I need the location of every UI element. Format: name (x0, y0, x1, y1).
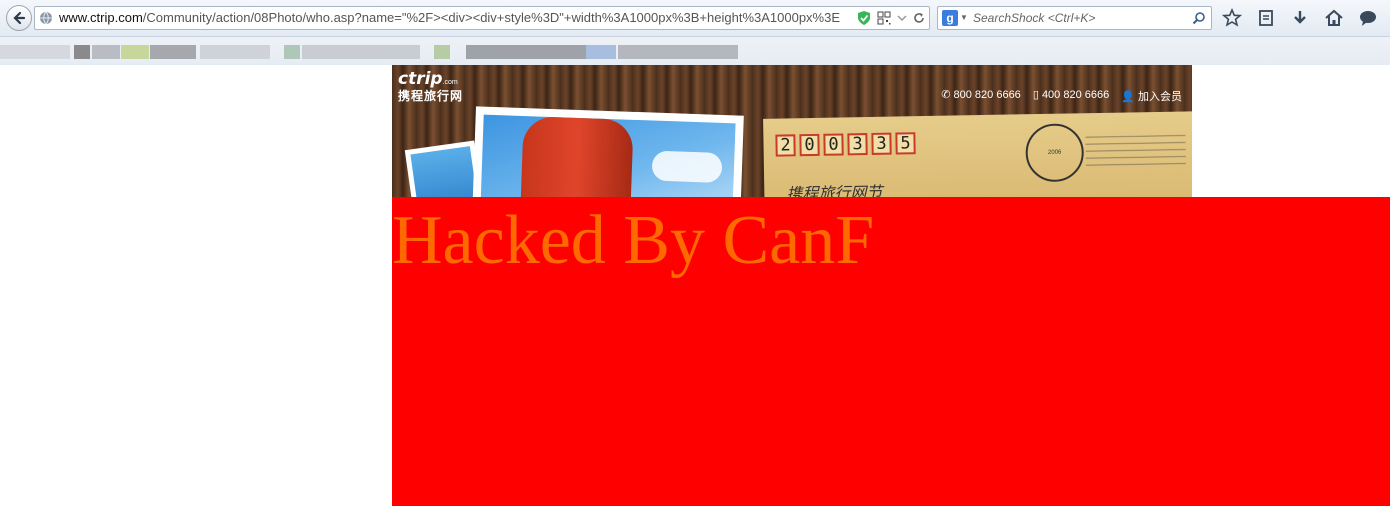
reload-icon[interactable] (913, 12, 925, 24)
shield-check-icon[interactable] (857, 10, 871, 26)
postmark-lines (1085, 129, 1187, 172)
postcard: 2 0 0 3 3 5 2006 携程旅行网节 (763, 111, 1192, 197)
postcode-digit: 3 (871, 132, 892, 155)
postcode-digit: 5 (895, 132, 916, 155)
postcode-digit: 2 (775, 134, 796, 157)
google-search-engine-icon[interactable]: g (942, 10, 958, 26)
dropdown-icon[interactable] (897, 13, 907, 23)
search-placeholder: SearchShock <Ctrl+K> (973, 11, 1096, 25)
phone-number-2: 400 820 6666 (1041, 89, 1110, 101)
ctrip-banner: 2 0 0 3 3 5 2006 携程旅行网节 ctrip.com 携程旅行网 … (392, 65, 1192, 197)
photo-cloud (651, 150, 723, 183)
url-path: /Community/action/08Photo/who.asp?name="… (142, 10, 841, 25)
chat-icon[interactable] (1358, 8, 1380, 28)
blurred-bookmark[interactable] (121, 45, 149, 59)
phone-number-1: 800 820 6666 (953, 89, 1021, 101)
phone-item: ✆ 800 820 6666 (941, 88, 1021, 104)
address-bar[interactable]: www.ctrip.com/Community/action/08Photo/w… (34, 6, 930, 30)
hotline-bar: ✆ 800 820 6666 ▯ 400 820 6666 👤 加入会员 (941, 88, 1182, 104)
blurred-bookmark[interactable] (74, 45, 90, 59)
back-button[interactable] (6, 5, 32, 31)
postcode-digit: 3 (847, 133, 868, 156)
blurred-bookmark[interactable] (92, 45, 120, 59)
blurred-bookmark[interactable] (150, 45, 196, 59)
home-icon[interactable] (1324, 8, 1346, 28)
magnifier-icon[interactable] (1192, 11, 1206, 25)
download-icon[interactable] (1290, 8, 1312, 28)
join-member-link[interactable]: 👤 加入会员 (1121, 88, 1182, 104)
mobile-item: ▯ 400 820 6666 (1033, 88, 1109, 104)
toolbar-buttons (1221, 7, 1380, 28)
hacked-message: Hacked By CanF (392, 202, 875, 279)
url-bar-icons (857, 10, 925, 26)
join-member-label: 加入会员 (1138, 91, 1182, 103)
logo-suffix: .com (442, 79, 458, 86)
qr-code-icon[interactable] (877, 11, 891, 25)
postcard-handwriting: 携程旅行网节 (786, 184, 883, 197)
search-bar[interactable]: g ▼ SearchShock <Ctrl+K> (937, 6, 1212, 30)
postcode-digit: 0 (823, 133, 844, 156)
injected-red-block: Hacked By CanF (392, 197, 1390, 506)
photo-main (472, 106, 744, 197)
browser-toolbar: www.ctrip.com/Community/action/08Photo/w… (0, 0, 1390, 37)
logo-chinese: 携程旅行网 (398, 89, 464, 103)
reading-list-icon[interactable] (1256, 8, 1278, 28)
bookmarks-bar (0, 37, 1390, 65)
engine-dropdown-icon[interactable]: ▼ (960, 13, 968, 22)
url-host: www.ctrip.com (59, 10, 143, 25)
postmark-stamp: 2006 (1025, 123, 1085, 183)
globe-icon (40, 11, 52, 25)
mobile-icon: ▯ (1032, 89, 1039, 101)
blurred-bookmark[interactable] (302, 45, 420, 59)
blurred-bookmark[interactable] (434, 45, 450, 59)
logo-text: ctrip (398, 69, 443, 89)
ctrip-logo[interactable]: ctrip.com 携程旅行网 (398, 69, 463, 104)
postcode-digit: 0 (799, 133, 820, 157)
blurred-bookmark[interactable] (618, 45, 738, 59)
blurred-bookmark[interactable] (284, 45, 300, 59)
postcode-boxes: 2 0 0 3 3 5 (775, 132, 916, 157)
photo-person (520, 116, 634, 197)
blurred-bookmark[interactable] (466, 45, 586, 59)
blurred-bookmark[interactable] (586, 45, 616, 59)
blurred-bookmark[interactable] (0, 45, 70, 59)
phone-icon: ✆ (941, 89, 951, 101)
user-icon: 👤 (1121, 91, 1135, 103)
url-text[interactable]: www.ctrip.com/Community/action/08Photo/w… (59, 10, 881, 26)
blurred-bookmark[interactable] (200, 45, 270, 59)
star-icon[interactable] (1221, 7, 1244, 28)
back-arrow-icon (13, 11, 26, 25)
